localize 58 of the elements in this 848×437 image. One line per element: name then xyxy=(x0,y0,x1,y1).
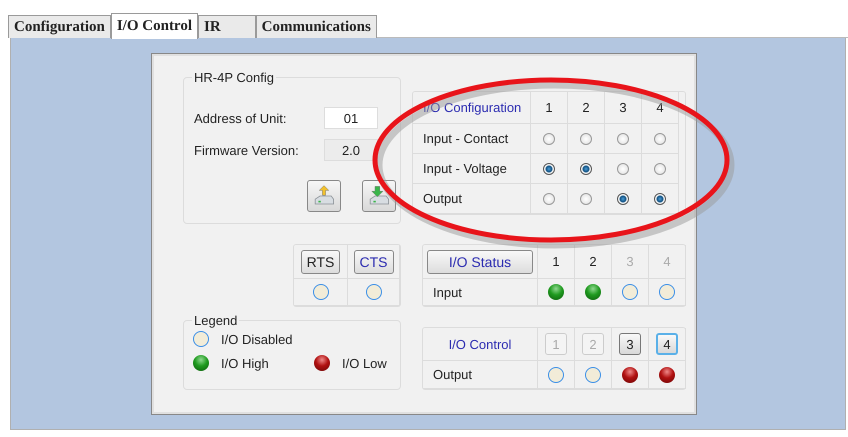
radio-button[interactable] xyxy=(654,192,666,204)
address-field[interactable]: 01 xyxy=(324,107,378,129)
status-button[interactable]: I/O Status xyxy=(427,250,533,274)
row-label: Input - Contact xyxy=(423,131,508,146)
radio-button[interactable] xyxy=(580,162,592,174)
lit-led-icon xyxy=(314,355,330,371)
column-header: 4 xyxy=(656,100,664,115)
lit-led-icon xyxy=(585,284,601,300)
empty-led-icon xyxy=(366,284,382,300)
signal-button[interactable]: CTS xyxy=(354,250,394,274)
legend-label: I/O Disabled xyxy=(221,332,293,346)
radio-button[interactable] xyxy=(580,192,592,204)
group-title: HR-4P Config xyxy=(192,70,276,85)
radio-button[interactable] xyxy=(654,162,666,174)
empty-led-icon xyxy=(548,366,564,382)
radio-button[interactable] xyxy=(617,162,629,174)
radio-button[interactable] xyxy=(580,132,592,144)
tab[interactable]: Configuration xyxy=(8,15,111,38)
row-label: Input - Voltage xyxy=(423,161,507,176)
column-header: 1 xyxy=(552,254,560,269)
column-header: 3 xyxy=(619,100,627,115)
radio-button[interactable] xyxy=(543,162,555,174)
row-label: Output xyxy=(433,367,472,382)
legend-label: I/O Low xyxy=(342,356,387,370)
lit-led-icon xyxy=(659,366,675,382)
field-label: Address of Unit: xyxy=(194,110,288,126)
lit-led-icon xyxy=(622,366,638,382)
empty-led-icon xyxy=(659,284,675,300)
empty-led-icon xyxy=(622,284,638,300)
row-label: Input xyxy=(433,284,462,300)
lit-led-icon xyxy=(548,284,564,300)
legend-label: I/O High xyxy=(221,356,269,370)
empty-led-icon xyxy=(312,284,328,300)
signal-button[interactable]: RTS xyxy=(300,250,340,274)
output-button[interactable]: 4 xyxy=(656,333,678,355)
output-button[interactable]: 3 xyxy=(619,333,641,355)
radio-button[interactable] xyxy=(654,132,666,144)
field-label: Firmware Version: xyxy=(194,142,300,158)
group-title: Legend xyxy=(192,313,240,328)
radio-button[interactable] xyxy=(543,132,555,144)
radio-button[interactable] xyxy=(617,192,629,204)
empty-led-icon xyxy=(585,366,601,382)
tab[interactable]: I/O Control xyxy=(110,13,198,39)
tab[interactable]: Communications xyxy=(256,15,377,38)
column-header: 2 xyxy=(589,254,597,269)
radio-button[interactable] xyxy=(617,132,629,144)
column-header: 2 xyxy=(582,100,590,115)
upload-button[interactable] xyxy=(307,180,341,212)
radio-button[interactable] xyxy=(543,192,555,204)
firmware-version-value: 2.0 xyxy=(324,139,378,161)
column-header: 4 xyxy=(663,254,671,269)
column-header: 3 xyxy=(626,254,634,269)
lit-led-icon xyxy=(193,355,209,371)
row-label: Output xyxy=(423,191,462,206)
empty-led-icon xyxy=(193,331,209,347)
column-header: 1 xyxy=(545,100,553,115)
column-header: I/O Control xyxy=(448,336,512,352)
tab[interactable]: IR xyxy=(198,15,256,38)
